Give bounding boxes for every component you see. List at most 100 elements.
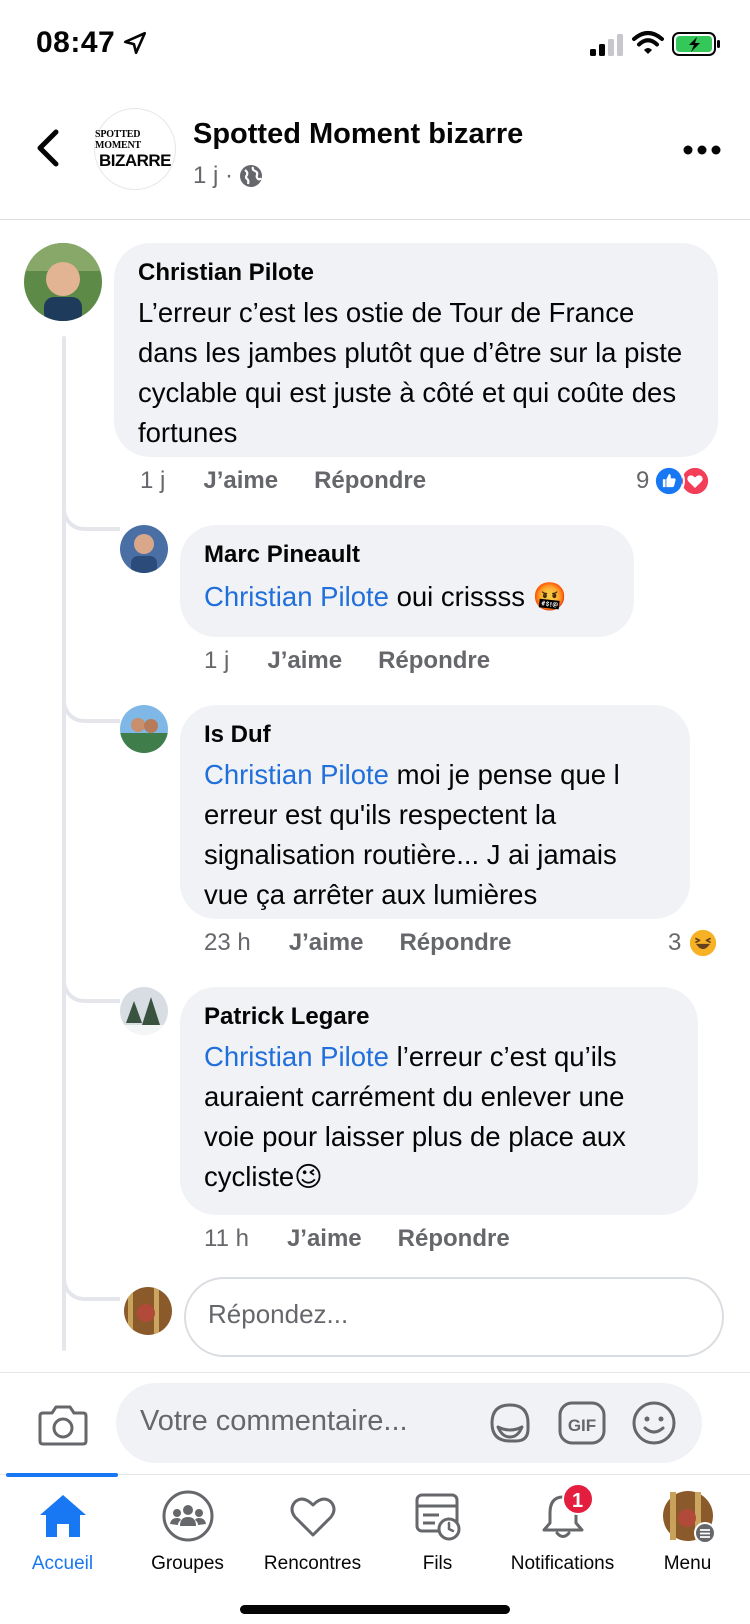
comment-time: 1 j [140, 467, 166, 494]
tab-groupes[interactable]: Groupes [125, 1489, 250, 1589]
comment-text: Christian Pilote moi je pense que l erre… [204, 759, 620, 910]
sticker-icon[interactable] [486, 1399, 534, 1447]
post-meta: 1 j · [193, 162, 263, 190]
tab-label: Groupes [151, 1553, 224, 1574]
more-options-icon[interactable] [682, 140, 722, 160]
notification-badge: 1 [561, 1483, 594, 1515]
like-button[interactable]: J’aime [287, 1225, 362, 1253]
tab-label: Fils [422, 1553, 453, 1574]
avatar-is-duf[interactable] [120, 705, 168, 753]
wifi-icon [632, 31, 664, 54]
avatar-christian-pilote[interactable] [24, 243, 102, 321]
comment-actions: 23 h J’aime Répondre [204, 929, 547, 957]
comment-text: Christian Pilote oui crissss 🤬 [204, 581, 567, 612]
comment-input-placeholder: Votre commentaire... [140, 1405, 408, 1437]
location-arrow-icon [123, 31, 147, 55]
comment-actions: 1 j J’aime Répondre [204, 647, 526, 675]
tab-label: Rencontres [263, 1553, 362, 1574]
comment-author[interactable]: Marc Pineault [204, 541, 610, 569]
mention-link[interactable]: Christian Pilote [204, 759, 389, 790]
bell-icon: 1 [536, 1483, 594, 1543]
comment-time: 1 j [204, 647, 230, 674]
status-bar: 08:47 [0, 0, 750, 92]
heart-icon [286, 1489, 340, 1543]
comment-bubble[interactable]: Is Duf Christian Pilote moi je pense que… [180, 705, 690, 919]
tab-label: Notifications [510, 1553, 615, 1574]
reply-connector [62, 501, 120, 531]
like-button[interactable]: J’aime [203, 467, 278, 495]
avatar-patrick-legare[interactable] [120, 987, 168, 1035]
post-age: 1 j · [193, 162, 234, 189]
comment-time: 23 h [204, 929, 251, 956]
tab-accueil[interactable]: Accueil [0, 1489, 125, 1589]
reply-button[interactable]: Répondre [398, 1225, 510, 1253]
post-header: SPOTTED MOMENT BIZARRE Spotted Moment bi… [0, 92, 750, 220]
avatar-image [124, 1287, 172, 1335]
reaction-summary[interactable]: 9 [636, 465, 712, 497]
comment-text: Christian Pilote l’erreur c’est qu’ils a… [204, 1041, 626, 1192]
like-button[interactable]: J’aime [289, 929, 364, 957]
reply-button[interactable]: Répondre [314, 467, 426, 495]
camera-icon[interactable] [38, 1403, 88, 1447]
cellular-signal-icon [590, 34, 623, 56]
reaction-summary[interactable]: 3 [668, 927, 720, 959]
tab-fils[interactable]: Fils [375, 1489, 500, 1589]
thread-connector [62, 336, 66, 1351]
avatar-marc-pineault[interactable] [120, 525, 168, 573]
haha-icon [687, 927, 720, 959]
tab-rencontres[interactable]: Rencontres [250, 1489, 375, 1589]
comment-thread[interactable]: Christian Pilote L’erreur c’est les osti… [0, 221, 750, 1371]
reply-button[interactable]: Répondre [378, 647, 490, 675]
like-button[interactable]: J’aime [267, 647, 342, 675]
reply-connector [62, 693, 120, 723]
comment-actions: 11 h J’aime Répondre [204, 1225, 546, 1253]
reply-button[interactable]: Répondre [399, 929, 511, 957]
comment-text: L’erreur c’est les ostie de Tour de Fran… [138, 297, 683, 448]
bottom-tab-bar: Accueil Groupes Rencontres Fils 1 Notifi… [0, 1473, 750, 1624]
mention-link[interactable]: Christian Pilote [204, 581, 389, 612]
comment-bubble[interactable]: Christian Pilote L’erreur c’est les osti… [114, 243, 718, 457]
globe-icon [240, 165, 263, 187]
feeds-icon [411, 1489, 465, 1543]
comment-bubble[interactable]: Patrick Legare Christian Pilote l’erreur… [180, 987, 698, 1215]
avatar-image [24, 243, 102, 321]
logo-top-text: SPOTTED MOMENT [95, 128, 142, 151]
gif-icon[interactable]: GIF [558, 1401, 606, 1445]
avatar-image [120, 525, 168, 573]
comment-author[interactable]: Patrick Legare [204, 1003, 674, 1031]
home-icon [36, 1489, 90, 1543]
angry-emoji: 🤬 [532, 581, 567, 612]
profile-avatar [661, 1489, 716, 1544]
comment-author[interactable]: Is Duf [204, 721, 666, 749]
emoji-icon[interactable] [630, 1399, 678, 1447]
tab-label: Accueil [31, 1553, 94, 1574]
reply-input[interactable]: Répondez... [184, 1277, 724, 1357]
home-indicator[interactable] [240, 1605, 510, 1614]
tab-label: Menu [663, 1553, 712, 1574]
status-time: 08:47 [36, 26, 116, 59]
comment-input[interactable]: Votre commentaire... GIF [116, 1383, 702, 1463]
tab-menu[interactable]: Menu [625, 1489, 750, 1589]
reaction-count: 3 [668, 929, 682, 956]
reply-connector [62, 1271, 120, 1301]
comment-author[interactable]: Christian Pilote [138, 259, 694, 287]
mention-link[interactable]: Christian Pilote [204, 1041, 389, 1072]
active-tab-indicator [6, 1473, 118, 1477]
current-user-avatar [124, 1287, 172, 1335]
wink-emoji: 😉 [294, 1161, 323, 1192]
gif-label: GIF [568, 1416, 596, 1435]
group-avatar[interactable]: SPOTTED MOMENT BIZARRE [94, 108, 176, 190]
battery-charging-icon [672, 32, 720, 56]
group-name[interactable]: Spotted Moment bizarre [193, 118, 523, 151]
groups-icon [161, 1489, 215, 1543]
avatar-image [120, 987, 168, 1035]
like-icon [653, 465, 686, 497]
back-chevron-icon[interactable] [30, 126, 66, 170]
avatar-image [120, 705, 168, 753]
logo-bottom-text: BIZARRE [98, 150, 172, 170]
tab-notifications[interactable]: 1 Notifications [500, 1483, 625, 1589]
reaction-count: 9 [636, 467, 650, 494]
comment-bubble[interactable]: Marc Pineault Christian Pilote oui criss… [180, 525, 634, 637]
reply-connector [62, 973, 120, 1003]
comment-composer: Votre commentaire... GIF [0, 1372, 750, 1472]
